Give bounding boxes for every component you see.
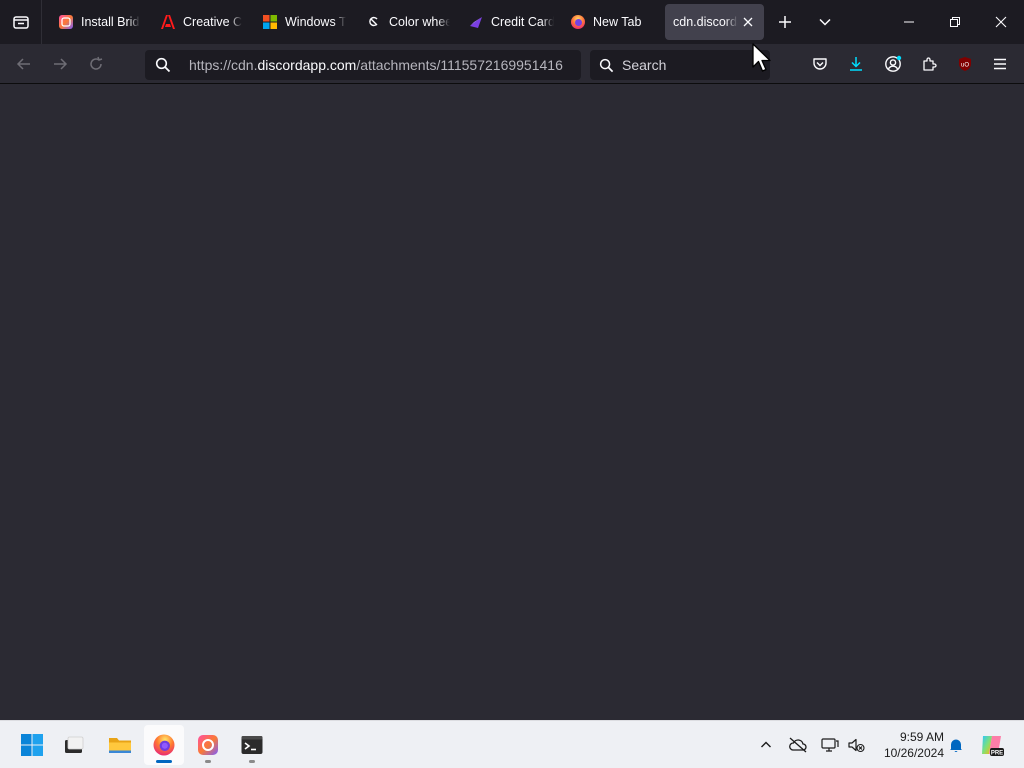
new-tab-button[interactable] — [770, 7, 800, 37]
firefox-icon — [153, 734, 175, 756]
color-wheel-icon — [366, 14, 382, 30]
address-bar[interactable]: https://cdn.discordapp.com/attachments/1… — [145, 50, 581, 80]
creative-cloud-icon — [58, 14, 74, 30]
search-icon — [590, 50, 622, 80]
firefox-view-button[interactable] — [0, 0, 42, 44]
hamburger-menu-icon — [994, 58, 1006, 70]
running-indicator — [249, 760, 255, 763]
reload-button[interactable] — [80, 48, 112, 80]
firefox-view-icon — [12, 16, 29, 29]
tab-cdn-discord[interactable]: cdn.discordapp.com — [665, 4, 764, 40]
network-display-tray-button[interactable] — [818, 733, 842, 757]
active-indicator — [156, 760, 172, 763]
copilot-pre-icon: PRE — [982, 736, 1004, 757]
onedrive-offline-icon — [789, 737, 807, 753]
onedrive-tray-button[interactable] — [786, 733, 810, 757]
ublock-origin-icon: uO — [959, 57, 971, 71]
taskbar-app-creative-cloud[interactable] — [188, 725, 228, 765]
pocket-button[interactable] — [805, 49, 835, 79]
url-text[interactable]: https://cdn.discordapp.com/attachments/1… — [181, 57, 581, 73]
tab-title: Color wheel — [389, 15, 450, 29]
creative-cloud-icon — [198, 735, 218, 755]
svg-text:uO: uO — [961, 63, 969, 69]
extensions-button[interactable] — [914, 49, 944, 79]
tab-new-tab[interactable]: New Tab — [560, 4, 656, 40]
tab-strip: Install Bridge Creative Cloud Windows Te… — [0, 0, 1024, 44]
tab-title: Windows Terminal — [285, 15, 346, 29]
forward-button[interactable] — [44, 48, 76, 80]
credit-card-site-icon — [468, 14, 484, 30]
firefox-icon — [570, 14, 586, 30]
show-hidden-icons-button[interactable] — [754, 733, 778, 757]
clock-date: 10/26/2024 — [883, 746, 944, 760]
back-button[interactable] — [8, 48, 40, 80]
tab-credit-card[interactable]: Credit Card — [458, 4, 554, 40]
tab-title: cdn.discordapp.com — [673, 15, 738, 29]
folder-icon — [109, 738, 131, 753]
taskbar-app-task-view[interactable] — [54, 725, 94, 765]
search-placeholder: Search — [622, 57, 667, 73]
navigation-toolbar: https://cdn.discordapp.com/attachments/1… — [0, 44, 1024, 84]
minimize-button[interactable] — [886, 0, 932, 44]
notification-bell-icon — [950, 739, 962, 753]
page-content — [0, 85, 1024, 720]
plus-icon — [779, 16, 791, 28]
search-icon — [145, 50, 181, 80]
account-button[interactable] — [878, 49, 908, 79]
url-host: discordapp.com — [257, 57, 357, 73]
taskbar: 9:59 AM 10/26/2024 PRE — [0, 720, 1024, 768]
menu-button[interactable] — [985, 49, 1015, 79]
downloads-button[interactable] — [841, 49, 871, 79]
terminal-icon — [241, 736, 263, 754]
volume-tray-button[interactable] — [844, 733, 868, 757]
adobe-icon — [160, 14, 176, 30]
taskbar-clock[interactable]: 9:59 AM 10/26/2024 — [872, 729, 944, 761]
chevron-up-icon — [761, 741, 771, 748]
download-icon — [850, 57, 862, 71]
url-path: /attachments/1115572169951416 — [356, 57, 563, 73]
mouse-cursor-icon — [752, 43, 771, 72]
pocket-icon — [813, 58, 827, 70]
tab-title: Credit Card — [491, 15, 554, 29]
close-icon — [995, 16, 1007, 28]
clock-time: 9:59 AM — [899, 730, 944, 744]
minimize-icon — [904, 21, 914, 23]
ublock-origin-button[interactable]: uO — [950, 49, 980, 79]
restore-icon — [950, 17, 960, 27]
notifications-button[interactable] — [944, 733, 968, 757]
windows-start-icon — [21, 734, 43, 756]
restore-button[interactable] — [932, 0, 978, 44]
tab-color-wheel[interactable]: Color wheel — [356, 4, 450, 40]
microsoft-icon — [262, 14, 278, 30]
arrow-left-icon — [16, 58, 30, 70]
display-icon — [821, 738, 839, 752]
chevron-down-icon — [819, 18, 831, 26]
list-all-tabs-button[interactable] — [810, 7, 840, 37]
tab-creative-cloud[interactable]: Creative Cloud — [150, 4, 242, 40]
account-icon — [885, 55, 902, 72]
speaker-muted-icon — [848, 738, 865, 753]
tab-title: Creative Cloud — [183, 15, 242, 29]
arrow-right-icon — [54, 58, 68, 70]
taskbar-app-file-explorer[interactable] — [100, 725, 140, 765]
tab-install-bridge[interactable]: Install Bridge — [48, 4, 140, 40]
taskbar-app-terminal[interactable] — [232, 725, 272, 765]
reload-icon — [90, 56, 103, 70]
running-indicator — [205, 760, 211, 763]
tab-title: New Tab — [593, 15, 642, 29]
taskbar-app-firefox[interactable] — [144, 725, 184, 765]
close-tab-icon[interactable] — [738, 12, 758, 32]
tab-windows-terminal[interactable]: Windows Terminal — [252, 4, 346, 40]
copilot-button[interactable]: PRE — [978, 733, 1006, 757]
svg-text:PRE: PRE — [991, 751, 1003, 757]
close-window-button[interactable] — [978, 0, 1024, 44]
search-bar[interactable]: Search — [590, 50, 770, 80]
tab-title: Install Bridge — [81, 15, 140, 29]
file-explorer-dark-icon — [65, 736, 84, 753]
puzzle-icon — [923, 57, 937, 71]
url-scheme: https://cdn. — [189, 57, 258, 73]
start-button[interactable] — [12, 725, 52, 765]
